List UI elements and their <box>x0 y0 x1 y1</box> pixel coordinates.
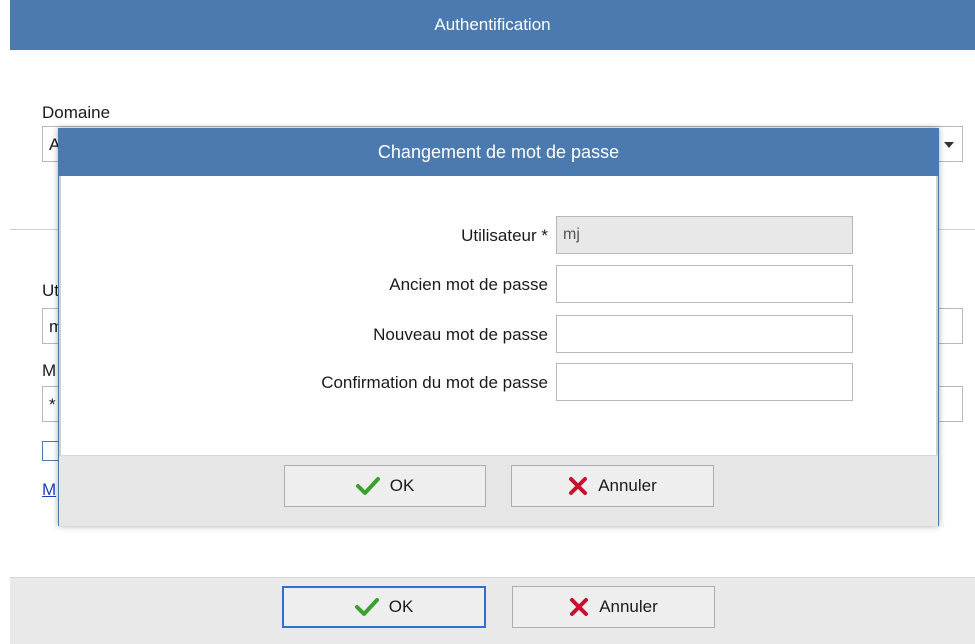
confirm-password-field[interactable] <box>556 363 853 401</box>
domain-label: Domaine <box>42 103 111 122</box>
old-password-field[interactable] <box>556 265 853 303</box>
password-label: M <box>42 361 57 380</box>
checkmark-icon <box>354 598 379 616</box>
x-icon <box>569 477 588 495</box>
change-password-dialog: Changement de mot de passe Utilisateur *… <box>58 128 939 526</box>
x-icon <box>570 598 589 616</box>
username-field-value: mj <box>563 226 580 243</box>
old-password-label: Ancien mot de passe <box>389 275 548 294</box>
username-field-label: Utilisateur * <box>461 226 548 245</box>
auth-footer: OK Annuler <box>10 577 975 644</box>
confirm-password-label: Confirmation du mot de passe <box>321 373 548 392</box>
auth-cancel-label: Annuler <box>599 597 658 616</box>
dialog-cancel-button[interactable]: Annuler <box>511 465 714 507</box>
change-password-link[interactable]: M <box>42 480 56 500</box>
auth-title: Authentification <box>434 15 551 34</box>
auth-ok-button[interactable]: OK <box>282 586 486 628</box>
auth-ok-label: OK <box>388 597 414 616</box>
dialog-title-bar: Changement de mot de passe <box>59 129 938 176</box>
dialog-footer: OK Annuler <box>59 455 938 526</box>
chevron-down-icon[interactable] <box>944 142 954 148</box>
dialog-title: Changement de mot de passe <box>377 142 620 162</box>
dialog-ok-button[interactable]: OK <box>284 465 486 507</box>
password-value: * <box>49 395 56 414</box>
new-password-field[interactable] <box>556 315 853 353</box>
checkmark-icon <box>355 477 380 495</box>
dialog-ok-label: OK <box>389 476 415 495</box>
dialog-body: Utilisateur * mj Ancien mot de passe Nou… <box>59 176 938 455</box>
username-field: mj <box>556 216 853 254</box>
dialog-cancel-label: Annuler <box>598 476 657 495</box>
auth-cancel-button[interactable]: Annuler <box>512 586 715 628</box>
username-label: Ut <box>42 281 59 300</box>
auth-title-bar: Authentification <box>10 0 975 50</box>
new-password-label: Nouveau mot de passe <box>373 325 548 344</box>
